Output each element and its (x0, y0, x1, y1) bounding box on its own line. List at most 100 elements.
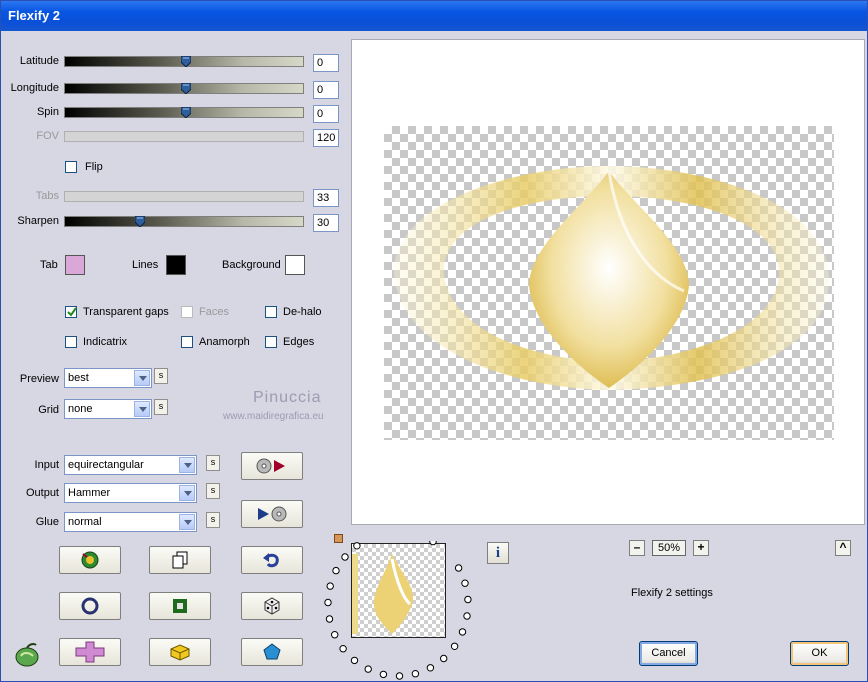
dial-dot[interactable] (324, 598, 332, 607)
spin-value-field[interactable]: 0 (313, 105, 339, 123)
chevron-down-icon[interactable] (134, 401, 150, 417)
glue-select[interactable]: normal (64, 512, 197, 532)
input-play-button[interactable] (241, 452, 303, 480)
dial-dot[interactable] (339, 645, 347, 653)
slider-handle[interactable] (181, 83, 191, 94)
dial-dot[interactable] (454, 564, 463, 572)
anamorph-checkbox[interactable] (181, 336, 193, 348)
grid-select[interactable]: none (64, 399, 152, 419)
grid-select-value: none (68, 403, 93, 415)
square-icon (173, 599, 187, 613)
dial-dot[interactable] (429, 541, 437, 546)
longitude-value-field[interactable]: 0 (313, 81, 339, 99)
dice-button[interactable] (241, 592, 303, 620)
output-select[interactable]: Hammer (64, 483, 197, 503)
latitude-value-field[interactable]: 0 (313, 54, 339, 72)
title-bar[interactable]: Flexify 2 (1, 1, 867, 31)
transparency-checkerboard (384, 126, 834, 440)
cross-icon (75, 641, 105, 663)
flip-checkbox[interactable] (65, 161, 77, 173)
slider-handle[interactable] (181, 107, 191, 118)
cancel-button[interactable]: Cancel (639, 641, 698, 666)
edges-checkbox[interactable] (265, 336, 277, 348)
zoom-out-button[interactable]: – (629, 540, 645, 556)
undo-button[interactable] (241, 546, 303, 574)
dial-dot[interactable] (350, 656, 359, 665)
chevron-down-icon[interactable] (134, 370, 150, 386)
edges-label: Edges (283, 336, 315, 348)
dial-dot[interactable] (463, 612, 471, 620)
lines-color-label: Lines (132, 259, 159, 271)
input-save-button[interactable]: s (206, 455, 220, 471)
grid-label: Grid (38, 404, 59, 416)
output-play-button[interactable] (241, 500, 303, 528)
collapse-button[interactable]: ^ (835, 540, 851, 556)
pentagon-button[interactable] (241, 638, 303, 666)
chevron-down-icon[interactable] (179, 514, 195, 530)
fov-value-field[interactable]: 120 (313, 129, 339, 147)
de-halo-checkbox[interactable] (265, 306, 277, 318)
slider-handle[interactable] (181, 56, 191, 67)
longitude-slider[interactable] (64, 83, 304, 94)
info-icon[interactable]: i (487, 542, 509, 564)
grid-save-button[interactable]: s (154, 399, 168, 415)
ok-button[interactable]: OK (790, 641, 849, 666)
tabs-value-field[interactable]: 33 (313, 189, 339, 207)
lines-color-swatch[interactable] (166, 255, 186, 275)
check-icon (67, 307, 77, 317)
random-preset-button[interactable] (59, 546, 121, 574)
background-color-swatch[interactable] (285, 255, 305, 275)
preview-select[interactable]: best (64, 368, 152, 388)
slider-handle[interactable] (135, 216, 145, 227)
dial-dot[interactable] (379, 670, 388, 679)
preview-save-button[interactable]: s (154, 368, 168, 384)
rotation-dial[interactable] (321, 541, 481, 681)
glue-save-button[interactable]: s (206, 512, 220, 528)
preview-canvas[interactable] (351, 39, 865, 525)
transparent-gaps-label: Transparent gaps (83, 306, 169, 318)
fov-slider (64, 131, 304, 142)
dial-dot[interactable] (331, 631, 339, 639)
indicatrix-checkbox[interactable] (65, 336, 77, 348)
dial-dot[interactable] (353, 542, 361, 550)
latitude-label: Latitude (19, 55, 59, 67)
faces-checkbox[interactable] (181, 306, 193, 318)
dial-dot[interactable] (341, 553, 349, 561)
dial-dot[interactable] (326, 582, 334, 590)
dial-dot[interactable] (426, 664, 435, 672)
cross-button[interactable] (59, 638, 121, 666)
chevron-down-icon[interactable] (179, 485, 195, 501)
faces-label: Faces (199, 306, 229, 318)
cube-button[interactable] (149, 638, 211, 666)
circle-button[interactable] (59, 592, 121, 620)
tab-color-swatch[interactable] (65, 255, 85, 275)
background-color-label: Background (222, 259, 281, 271)
dial-dot[interactable] (395, 672, 404, 680)
glue-label: Glue (35, 516, 59, 528)
dial-dot[interactable] (458, 628, 467, 636)
spin-label: Spin (36, 106, 59, 118)
output-label: Output (25, 487, 59, 499)
transparent-gaps-checkbox[interactable] (65, 306, 77, 318)
sharpen-slider[interactable] (64, 216, 304, 227)
copy-button[interactable] (149, 546, 211, 574)
dial-dot[interactable] (332, 566, 340, 575)
spin-slider[interactable] (64, 107, 304, 118)
chevron-down-icon[interactable] (179, 457, 195, 473)
latitude-slider[interactable] (64, 56, 304, 67)
dial-dot[interactable] (411, 670, 420, 678)
window-title: Flexify 2 (8, 8, 61, 23)
sharpen-value-field[interactable]: 30 (313, 214, 339, 232)
dial-dot[interactable] (325, 615, 334, 623)
square-button[interactable] (149, 592, 211, 620)
input-select[interactable]: equirectangular (64, 455, 197, 475)
output-save-button[interactable]: s (206, 483, 220, 499)
dial-dot[interactable] (450, 642, 459, 651)
dial-dot[interactable] (464, 595, 472, 604)
dial-dot[interactable] (364, 665, 372, 673)
pentagon-icon (263, 643, 281, 660)
flip-label: Flip (85, 161, 103, 173)
dial-dot[interactable] (461, 579, 469, 587)
dial-dot[interactable] (440, 654, 448, 663)
zoom-in-button[interactable]: + (693, 540, 709, 556)
